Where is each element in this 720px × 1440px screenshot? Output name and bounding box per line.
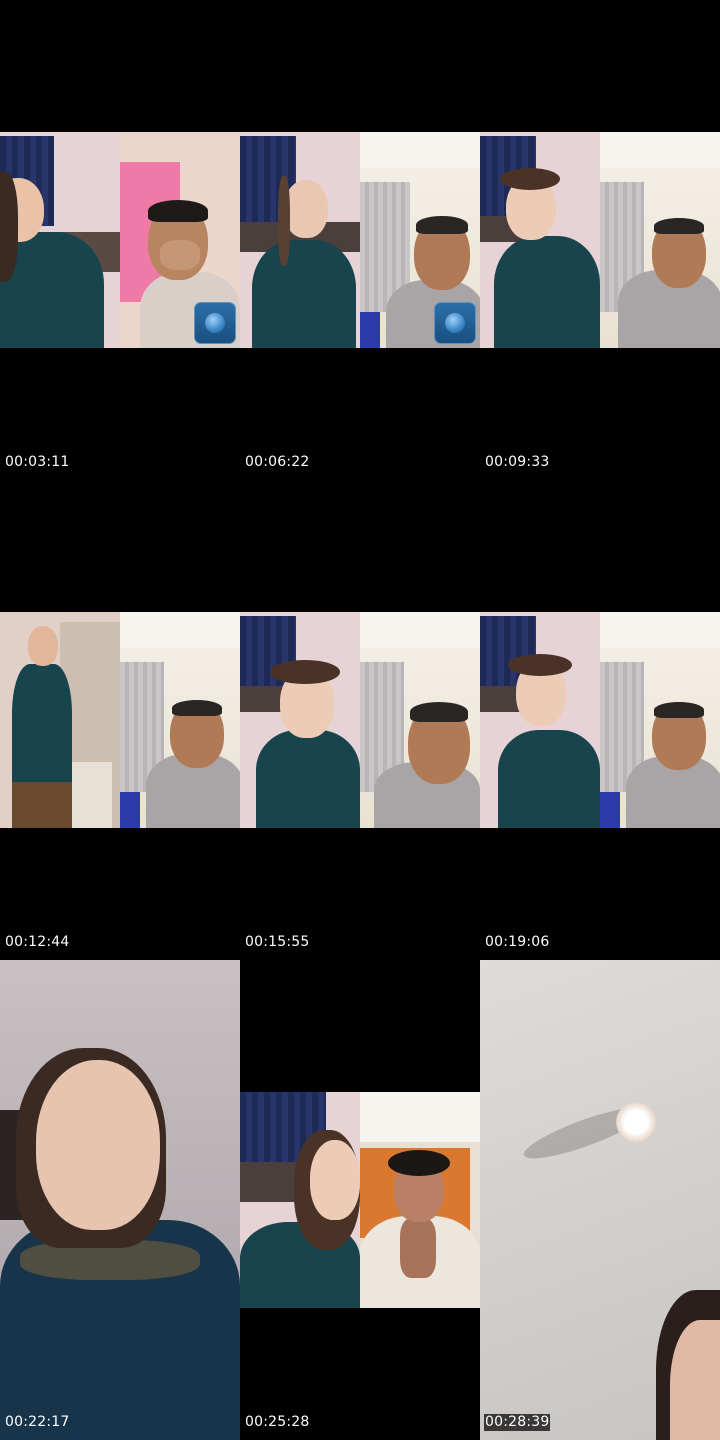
video-frame-young-man [360, 1092, 480, 1308]
video-frame-woman-closeup [0, 960, 240, 1440]
video-frame-ceiling-light [480, 960, 720, 1440]
timestamp: 00:06:22 [245, 454, 310, 470]
thumbnail-5[interactable]: 00:15:55 [240, 480, 480, 960]
timestamp: 00:12:44 [5, 934, 70, 950]
video-call-app-icon [194, 302, 236, 344]
thumbnail-7[interactable]: 00:22:17 [0, 960, 240, 1440]
video-frame-man [360, 132, 480, 348]
timestamp: 00:22:17 [5, 1414, 70, 1430]
video-frame-woman [240, 612, 360, 828]
video-frame-woman [0, 612, 120, 828]
thumbnail-1[interactable]: 00:03:11 [0, 0, 240, 480]
video-frame-man [120, 132, 240, 348]
video-frame-man [120, 612, 240, 828]
timestamp: 00:09:33 [485, 454, 550, 470]
ceiling-light-icon [616, 1102, 656, 1142]
timestamp: 00:28:39 [484, 1414, 551, 1431]
video-frame-woman [480, 612, 600, 828]
video-frame-woman [240, 1092, 360, 1308]
video-frame-man [600, 612, 720, 828]
video-call-app-icon [434, 302, 476, 344]
thumbnail-2[interactable]: 00:06:22 [240, 0, 480, 480]
video-frame-woman [240, 132, 360, 348]
thumbnail-6[interactable]: 00:19:06 [480, 480, 720, 960]
timestamp: 00:03:11 [5, 454, 70, 470]
thumbnail-8[interactable]: 00:25:28 [240, 960, 480, 1440]
video-frame-man [360, 612, 480, 828]
video-frame-man [600, 132, 720, 348]
timestamp: 00:15:55 [245, 934, 310, 950]
timestamp: 00:25:28 [244, 1414, 311, 1431]
video-frame-woman [480, 132, 600, 348]
thumbnail-4[interactable]: 00:12:44 [0, 480, 240, 960]
video-frame-woman [0, 132, 120, 348]
timestamp: 00:19:06 [485, 934, 550, 950]
thumbnail-9[interactable]: 00:28:39 [480, 960, 720, 1440]
thumbnail-3[interactable]: 00:09:33 [480, 0, 720, 480]
